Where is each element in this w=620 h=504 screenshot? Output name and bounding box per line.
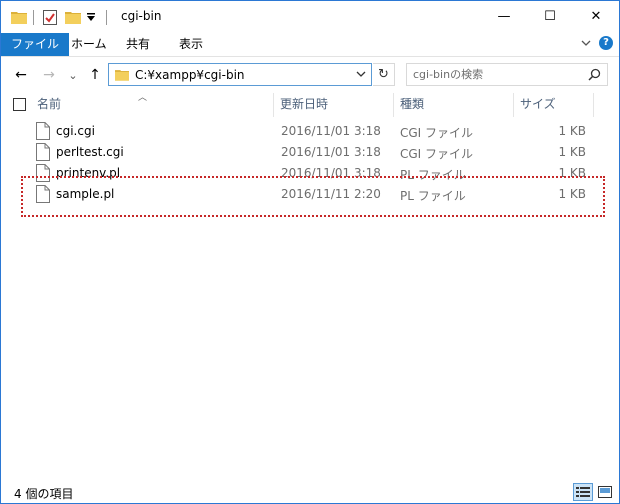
folder-icon bbox=[11, 1, 27, 33]
file-icon bbox=[36, 122, 50, 140]
file-row[interactable]: sample.pl 2016/11/11 2:20 PL ファイル 1 KB bbox=[1, 184, 619, 205]
help-icon[interactable]: ? bbox=[599, 36, 613, 50]
up-button[interactable]: ↑ bbox=[85, 65, 105, 85]
address-path: C:¥xampp¥cgi-bin bbox=[135, 68, 245, 82]
file-type: PL ファイル bbox=[400, 189, 466, 203]
explorer-window: cgi-bin — ☐ ✕ ファイル ホーム 共有 表示 ? ← → ⌄ ↑ C… bbox=[0, 0, 620, 504]
file-date: 2016/11/11 2:20 bbox=[281, 187, 381, 201]
customize-quick-access-icon[interactable] bbox=[86, 1, 96, 33]
file-size: 1 KB bbox=[558, 166, 586, 180]
address-dropdown-icon[interactable] bbox=[355, 67, 367, 81]
file-type: PL ファイル bbox=[400, 168, 466, 182]
file-date: 2016/11/01 3:18 bbox=[281, 124, 381, 138]
column-name[interactable]: 名前 bbox=[30, 93, 274, 117]
file-date: 2016/11/01 3:18 bbox=[281, 145, 381, 159]
file-size: 1 KB bbox=[558, 124, 586, 138]
file-type: CGI ファイル bbox=[400, 147, 474, 161]
file-row[interactable]: cgi.cgi 2016/11/01 3:18 CGI ファイル 1 KB bbox=[1, 121, 619, 142]
tab-file[interactable]: ファイル bbox=[1, 33, 70, 56]
tab-share[interactable]: 共有 bbox=[116, 33, 160, 56]
item-count: 4 個の項目 bbox=[14, 487, 74, 501]
minimize-button[interactable]: — bbox=[481, 1, 527, 32]
window-title: cgi-bin bbox=[121, 9, 162, 23]
address-folder-icon bbox=[115, 70, 129, 81]
address-bar[interactable]: C:¥xampp¥cgi-bin bbox=[108, 63, 372, 86]
search-box[interactable] bbox=[406, 63, 608, 86]
navigation-bar: ← → ⌄ ↑ C:¥xampp¥cgi-bin ↻ bbox=[1, 57, 619, 93]
file-icon bbox=[36, 143, 50, 161]
properties-icon[interactable] bbox=[43, 1, 57, 33]
column-type[interactable]: 種類 bbox=[393, 93, 513, 117]
details-view-button[interactable] bbox=[573, 483, 593, 501]
close-button[interactable]: ✕ bbox=[573, 1, 619, 32]
file-name: printenv.pl bbox=[56, 166, 121, 180]
back-button[interactable]: ← bbox=[11, 65, 31, 85]
forward-button[interactable]: → bbox=[39, 65, 59, 85]
file-size: 1 KB bbox=[558, 145, 586, 159]
maximize-button[interactable]: ☐ bbox=[527, 1, 573, 32]
maximize-icon: ☐ bbox=[544, 9, 556, 24]
file-name: perltest.cgi bbox=[56, 145, 124, 159]
tab-view[interactable]: 表示 bbox=[169, 33, 213, 56]
file-list: cgi.cgi 2016/11/01 3:18 CGI ファイル 1 KB pe… bbox=[1, 121, 619, 205]
file-icon bbox=[36, 185, 50, 203]
large-icons-view-icon bbox=[598, 486, 612, 498]
file-name: sample.pl bbox=[56, 187, 115, 201]
status-bar: 4 個の項目 bbox=[1, 481, 619, 503]
recent-locations-button[interactable]: ⌄ bbox=[63, 65, 83, 85]
file-type: CGI ファイル bbox=[400, 126, 474, 140]
details-view-icon bbox=[576, 487, 590, 497]
file-size: 1 KB bbox=[558, 187, 586, 201]
large-icons-view-button[interactable] bbox=[595, 483, 615, 501]
file-name: cgi.cgi bbox=[56, 124, 95, 138]
title-bar: cgi-bin — ☐ ✕ bbox=[1, 1, 619, 33]
column-size[interactable]: サイズ bbox=[513, 93, 593, 117]
tab-home[interactable]: ホーム bbox=[61, 33, 117, 56]
select-all-checkbox[interactable] bbox=[13, 98, 26, 111]
close-icon: ✕ bbox=[590, 9, 602, 24]
file-row[interactable]: printenv.pl 2016/11/01 3:18 PL ファイル 1 KB bbox=[1, 163, 619, 184]
file-row[interactable]: perltest.cgi 2016/11/01 3:18 CGI ファイル 1 … bbox=[1, 142, 619, 163]
column-date[interactable]: 更新日時 bbox=[273, 93, 393, 117]
column-header: ︿ 名前 更新日時 種類 サイズ bbox=[1, 93, 619, 117]
refresh-button[interactable]: ↻ bbox=[373, 63, 395, 86]
new-folder-icon[interactable] bbox=[65, 1, 81, 33]
file-icon bbox=[36, 164, 50, 182]
ribbon-tabs: ファイル ホーム 共有 表示 ? bbox=[1, 33, 619, 57]
minimize-icon: — bbox=[497, 9, 511, 24]
search-icon[interactable] bbox=[588, 68, 601, 81]
expand-ribbon-icon[interactable] bbox=[581, 39, 591, 47]
search-input[interactable] bbox=[413, 67, 583, 82]
file-date: 2016/11/01 3:18 bbox=[281, 166, 381, 180]
